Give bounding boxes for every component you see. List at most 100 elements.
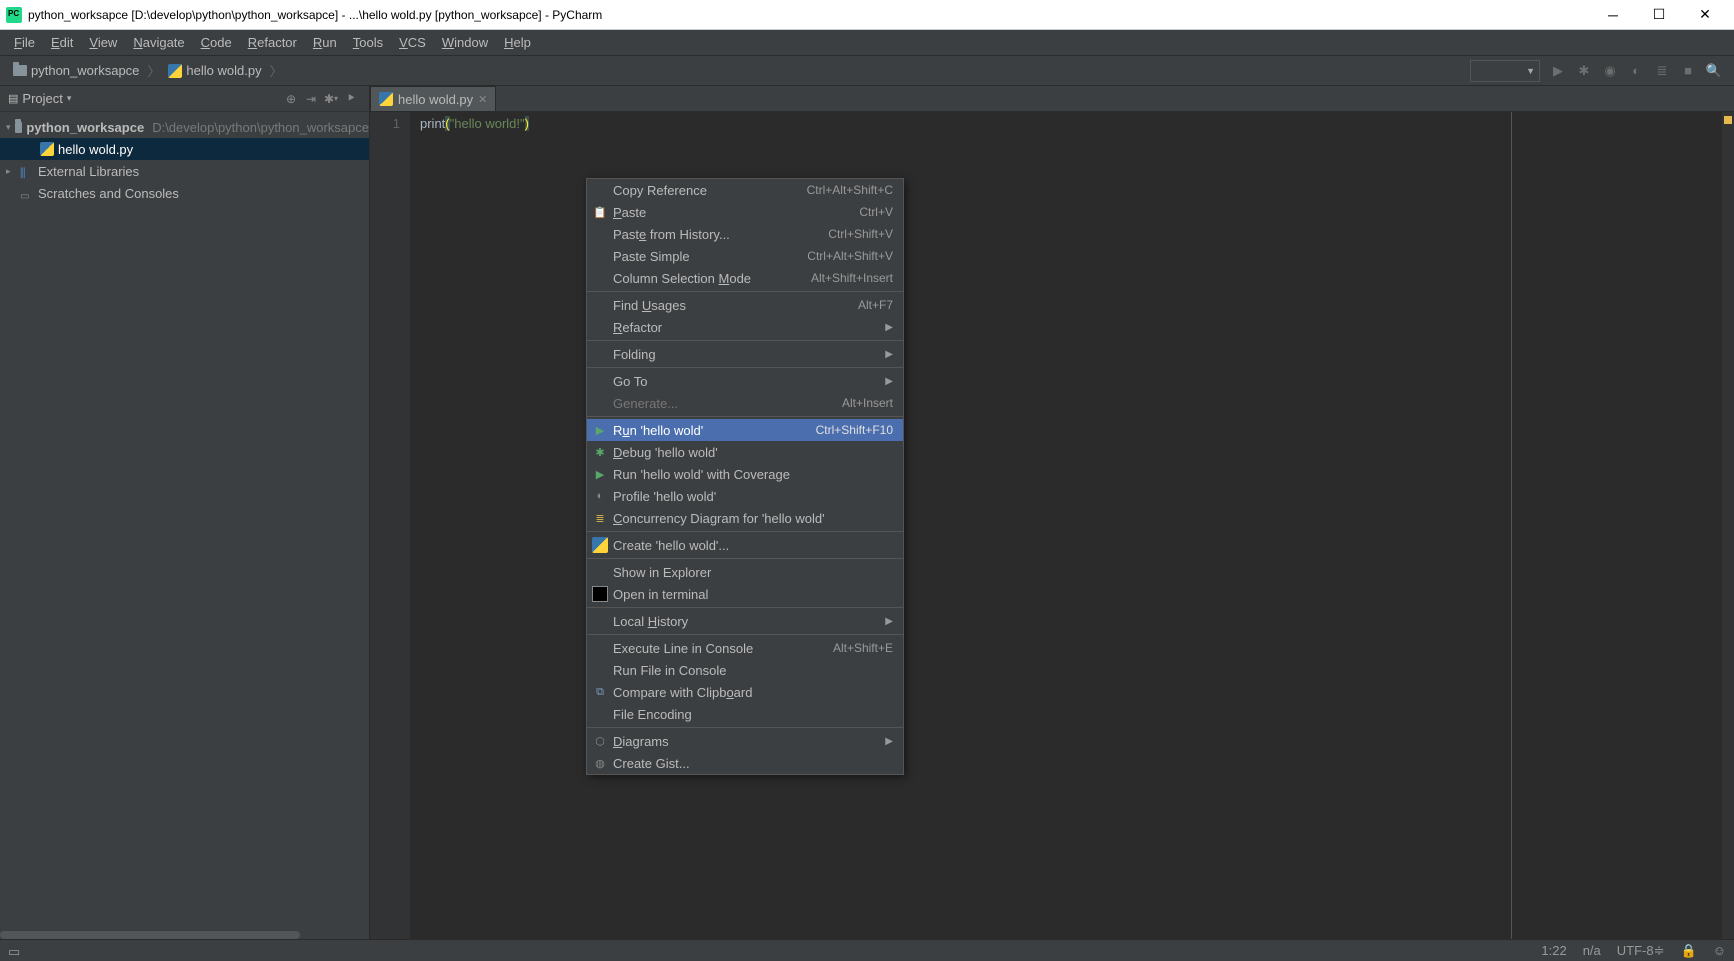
close-button[interactable]: ✕ <box>1682 0 1728 30</box>
play-icon: ▶ <box>592 422 608 438</box>
python-file-icon <box>168 64 182 78</box>
editor-tabs: hello wold.py ✕ <box>370 86 1734 112</box>
context-menu-separator <box>587 291 903 292</box>
close-tab-button[interactable]: ✕ <box>478 93 487 106</box>
menu-run[interactable]: Run <box>305 32 345 53</box>
context-menu-find-usages[interactable]: Find UsagesAlt+F7 <box>587 294 903 316</box>
breadcrumb-project[interactable]: python_worksapce <box>8 61 144 80</box>
context-menu-local-history[interactable]: Local History▶ <box>587 610 903 632</box>
context-menu-generate: Generate...Alt+Insert <box>587 392 903 414</box>
status-bar: ▭ 1:22 n/a UTF-8≑ 🔒 ☺ <box>0 939 1734 961</box>
menu-navigate[interactable]: Navigate <box>125 32 192 53</box>
conc-icon: ≣ <box>592 510 608 526</box>
context-menu-run-hello-wold[interactable]: ▶Run 'hello wold'Ctrl+Shift+F10 <box>587 419 903 441</box>
profile-button[interactable]: ◐ <box>1624 59 1648 83</box>
context-menu-paste-simple[interactable]: Paste SimpleCtrl+Alt+Shift+V <box>587 245 903 267</box>
menu-view[interactable]: View <box>81 32 125 53</box>
context-menu-diagrams[interactable]: ⬡Diagrams▶ <box>587 730 903 752</box>
run-configuration-selector[interactable]: ▼ <box>1470 60 1540 82</box>
cursor-position[interactable]: 1:22 <box>1541 943 1566 958</box>
context-menu-profile-hello-wold[interactable]: ◐Profile 'hello wold' <box>587 485 903 507</box>
py-icon <box>592 537 608 553</box>
concurrency-button[interactable]: ≣ <box>1650 59 1674 83</box>
maximize-button[interactable]: ☐ <box>1636 0 1682 30</box>
hide-panel-button[interactable]: ⯈ <box>341 89 361 109</box>
project-panel: ▤ Project ▾ ⊕ ⇥ ✱▾ ⯈ ▾ python_worksapce … <box>0 86 370 939</box>
window-titlebar: python_worksapce [D:\develop\python\pyth… <box>0 0 1734 30</box>
editor-marker-gutter <box>1722 112 1734 939</box>
context-menu-copy-reference[interactable]: Copy ReferenceCtrl+Alt+Shift+C <box>587 179 903 201</box>
minimize-button[interactable]: ─ <box>1590 0 1636 30</box>
context-menu-show-in-explorer[interactable]: Show in Explorer <box>587 561 903 583</box>
file-encoding[interactable]: UTF-8≑ <box>1617 943 1665 959</box>
context-menu-create-gist[interactable]: ◍Create Gist... <box>587 752 903 774</box>
project-tree: ▾ python_worksapce D:\develop\python\pyt… <box>0 112 369 931</box>
breadcrumb: python_worksapce 〉 hello wold.py 〉 <box>8 61 283 80</box>
breadcrumb-file-label: hello wold.py <box>186 63 261 78</box>
tree-project-root[interactable]: ▾ python_worksapce D:\develop\python\pyt… <box>0 116 369 138</box>
menu-file[interactable]: File <box>6 32 43 53</box>
context-menu-open-in-terminal[interactable]: Open in terminal <box>587 583 903 605</box>
context-menu-column-selection-mode[interactable]: Column Selection ModeAlt+Shift+Insert <box>587 267 903 289</box>
menu-edit[interactable]: Edit <box>43 32 81 53</box>
tree-file-item[interactable]: hello wold.py <box>0 138 369 160</box>
menu-help[interactable]: Help <box>496 32 539 53</box>
search-everywhere-button[interactable]: 🔍 <box>1702 59 1726 83</box>
context-menu-separator <box>587 367 903 368</box>
context-menu-create-hello-wold[interactable]: Create 'hello wold'... <box>587 534 903 556</box>
python-file-icon <box>379 92 393 106</box>
line-separator[interactable]: n/a <box>1583 943 1601 958</box>
tree-scratches[interactable]: Scratches and Consoles <box>0 182 369 204</box>
context-menu-separator <box>587 607 903 608</box>
context-menu-execute-line-in-console[interactable]: Execute Line in ConsoleAlt+Shift+E <box>587 637 903 659</box>
context-menu-refactor[interactable]: Refactor▶ <box>587 316 903 338</box>
context-menu-run-hello-wold-with-coverage[interactable]: ▶Run 'hello wold' with Coverage <box>587 463 903 485</box>
code-editor[interactable]: print("hello world!") <box>410 112 1511 939</box>
editor-body: 1 print("hello world!") <box>370 112 1734 939</box>
menu-tools[interactable]: Tools <box>345 32 391 53</box>
context-menu-go-to[interactable]: Go To▶ <box>587 370 903 392</box>
navigation-bar: python_worksapce 〉 hello wold.py 〉 ▼ ▶ ✱… <box>0 56 1734 86</box>
breadcrumb-separator: 〉 <box>147 61 160 80</box>
bug-icon: ✱ <box>592 444 608 460</box>
menu-vcs[interactable]: VCS <box>391 32 434 53</box>
context-menu-separator <box>587 416 903 417</box>
gh-icon: ◍ <box>592 755 608 771</box>
lock-icon[interactable]: 🔒 <box>1681 943 1697 959</box>
context-menu-run-file-in-console[interactable]: Run File in Console <box>587 659 903 681</box>
menu-refactor[interactable]: Refactor <box>240 32 305 53</box>
collapse-all-button[interactable]: ⇥ <box>301 89 321 109</box>
menu-code[interactable]: Code <box>193 32 240 53</box>
editor-context-menu: Copy ReferenceCtrl+Alt+Shift+C📋PasteCtrl… <box>586 178 904 775</box>
project-panel-title[interactable]: ▤ Project ▾ <box>8 91 281 106</box>
status-icon[interactable]: ▭ <box>8 944 22 958</box>
context-menu-debug-hello-wold[interactable]: ✱Debug 'hello wold' <box>587 441 903 463</box>
editor-tab[interactable]: hello wold.py ✕ <box>370 86 496 111</box>
run-button[interactable]: ▶ <box>1546 59 1570 83</box>
breadcrumb-file[interactable]: hello wold.py <box>163 61 266 80</box>
context-menu-separator <box>587 634 903 635</box>
context-menu-paste-from-history[interactable]: Paste from History...Ctrl+Shift+V <box>587 223 903 245</box>
editor-area: hello wold.py ✕ 1 print("hello world!") <box>370 86 1734 939</box>
inspector-icon[interactable]: ☺ <box>1713 943 1726 958</box>
folder-icon <box>15 122 22 133</box>
project-panel-scrollbar[interactable] <box>0 931 369 939</box>
context-menu-folding[interactable]: Folding▶ <box>587 343 903 365</box>
context-menu-paste[interactable]: 📋PasteCtrl+V <box>587 201 903 223</box>
coverage-button[interactable]: ◉ <box>1598 59 1622 83</box>
context-menu-file-encoding[interactable]: File Encoding <box>587 703 903 725</box>
line-number: 1 <box>370 116 400 131</box>
locate-file-button[interactable]: ⊕ <box>281 89 301 109</box>
window-title: python_worksapce [D:\develop\python\pyth… <box>28 8 1590 22</box>
menu-window[interactable]: Window <box>434 32 496 53</box>
context-menu-concurrency-diagram-for-hello-wold[interactable]: ≣Concurrency Diagram for 'hello wold' <box>587 507 903 529</box>
context-menu-compare-with-clipboard[interactable]: ⧉Compare with Clipboard <box>587 681 903 703</box>
debug-button[interactable]: ✱ <box>1572 59 1596 83</box>
folder-icon <box>13 65 27 76</box>
tree-external-libraries[interactable]: ▸ External Libraries <box>0 160 369 182</box>
breadcrumb-separator: 〉 <box>270 61 283 80</box>
warning-marker[interactable] <box>1724 116 1732 124</box>
editor-gutter: 1 <box>370 112 410 939</box>
settings-button[interactable]: ✱▾ <box>321 89 341 109</box>
stop-button[interactable]: ■ <box>1676 59 1700 83</box>
